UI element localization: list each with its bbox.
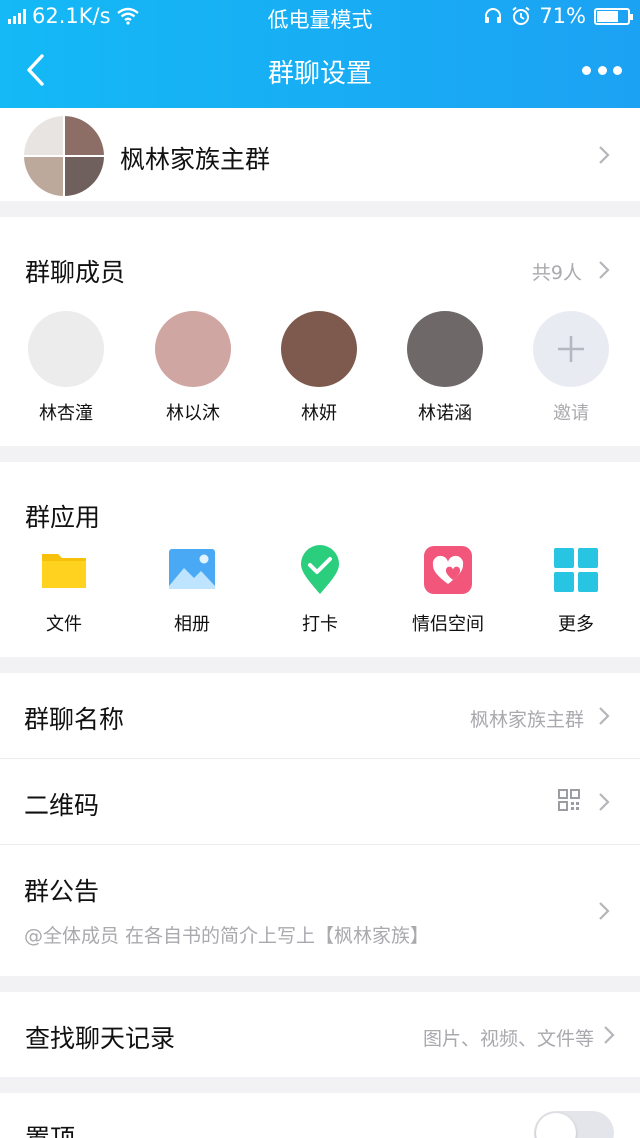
header-bar: 62.1K/s 低电量模式 71% 群聊设置 — [0, 0, 640, 108]
avatar — [28, 311, 104, 387]
app-label: 打卡 — [302, 614, 338, 635]
more-options-icon[interactable] — [582, 56, 622, 84]
member-item[interactable]: 林杏潼 — [6, 311, 126, 425]
app-check-in[interactable]: 打卡 — [265, 544, 375, 636]
couple-space-icon — [424, 546, 472, 594]
more-apps-icon — [554, 548, 598, 592]
group-notice-label: 群公告 — [24, 877, 100, 906]
invite-label: 邀请 — [553, 403, 589, 424]
status-bar: 62.1K/s 低电量模式 71% — [0, 0, 640, 34]
members-title: 群聊成员 — [25, 258, 126, 287]
qr-code-label: 二维码 — [24, 791, 100, 820]
pin-label: 置顶 — [25, 1119, 75, 1138]
member-item[interactable]: 林以沐 — [133, 311, 253, 425]
toggle-knob — [536, 1113, 576, 1138]
app-label: 相册 — [174, 614, 210, 635]
app-more[interactable]: 更多 — [521, 544, 631, 636]
group-name-label: 群聊名称 — [24, 705, 125, 734]
member-name: 林杏潼 — [39, 403, 93, 424]
avatar — [281, 311, 357, 387]
member-name: 林妍 — [301, 403, 337, 424]
page-title: 群聊设置 — [267, 59, 372, 89]
member-count[interactable]: 共9人 — [532, 258, 582, 285]
member-name: 林以沐 — [166, 403, 220, 424]
chevron-right-icon — [604, 1026, 615, 1044]
group-members-section: 群聊成员 共9人 林杏潼 林以沐 林妍 林诺涵 邀请 — [0, 217, 640, 446]
chevron-right-icon — [599, 902, 610, 920]
group-notice-text: @全体成员 在各自书的简介上写上【枫林家族】 — [24, 925, 430, 947]
battery-icon — [594, 7, 633, 25]
member-name: 林诺涵 — [418, 403, 472, 424]
qr-code-row[interactable]: 二维码 — [0, 759, 640, 844]
group-notice-row[interactable]: 群公告 @全体成员 在各自书的简介上写上【枫林家族】 — [0, 845, 640, 976]
app-label: 更多 — [558, 614, 594, 635]
avatar — [155, 311, 231, 387]
group-apps-section: 群应用 文件 相册 打卡 情侣空间 更多 — [0, 462, 640, 657]
invite-circle — [533, 311, 609, 387]
app-files[interactable]: 文件 — [9, 544, 119, 636]
navigation-bar: 群聊设置 — [0, 34, 640, 108]
app-label: 文件 — [46, 614, 82, 635]
search-chat-label: 查找聊天记录 — [25, 1024, 176, 1053]
pin-chat-row: 置顶 — [0, 1093, 640, 1138]
pin-toggle[interactable] — [534, 1111, 614, 1138]
app-couple-space[interactable]: 情侣空间 — [393, 544, 503, 636]
alarm-icon — [512, 6, 530, 25]
group-avatar — [24, 116, 104, 196]
chevron-right-icon[interactable] — [597, 259, 611, 281]
app-album[interactable]: 相册 — [137, 544, 247, 636]
apps-title: 群应用 — [25, 503, 101, 532]
invite-member-button[interactable]: 邀请 — [511, 311, 631, 425]
battery-percent: 71% — [539, 4, 586, 28]
search-chat-hint: 图片、视频、文件等 — [422, 1028, 594, 1050]
app-label: 情侣空间 — [412, 614, 484, 635]
chevron-right-icon — [599, 707, 610, 725]
group-profile-row[interactable]: 枫林家族主群 — [0, 108, 640, 201]
plus-icon — [558, 336, 584, 362]
chevron-right-icon — [599, 146, 610, 164]
avatar — [407, 311, 483, 387]
photo-album-icon — [169, 549, 215, 589]
group-name-value: 枫林家族主群 — [469, 709, 584, 731]
chevron-right-icon — [599, 793, 610, 811]
folder-icon — [42, 554, 86, 588]
headset-icon — [485, 8, 502, 23]
qr-code-icon — [558, 789, 580, 811]
group-settings-section: 群聊名称 枫林家族主群 二维码 群公告 @全体成员 在各自书的简介上写上【枫林家… — [0, 673, 640, 976]
group-name: 枫林家族主群 — [120, 145, 271, 174]
search-chat-history-row[interactable]: 查找聊天记录 图片、视频、文件等 — [0, 992, 640, 1077]
check-in-icon — [301, 545, 339, 594]
member-item[interactable]: 林妍 — [259, 311, 379, 425]
group-name-row[interactable]: 群聊名称 枫林家族主群 — [0, 673, 640, 758]
member-item[interactable]: 林诺涵 — [385, 311, 505, 425]
